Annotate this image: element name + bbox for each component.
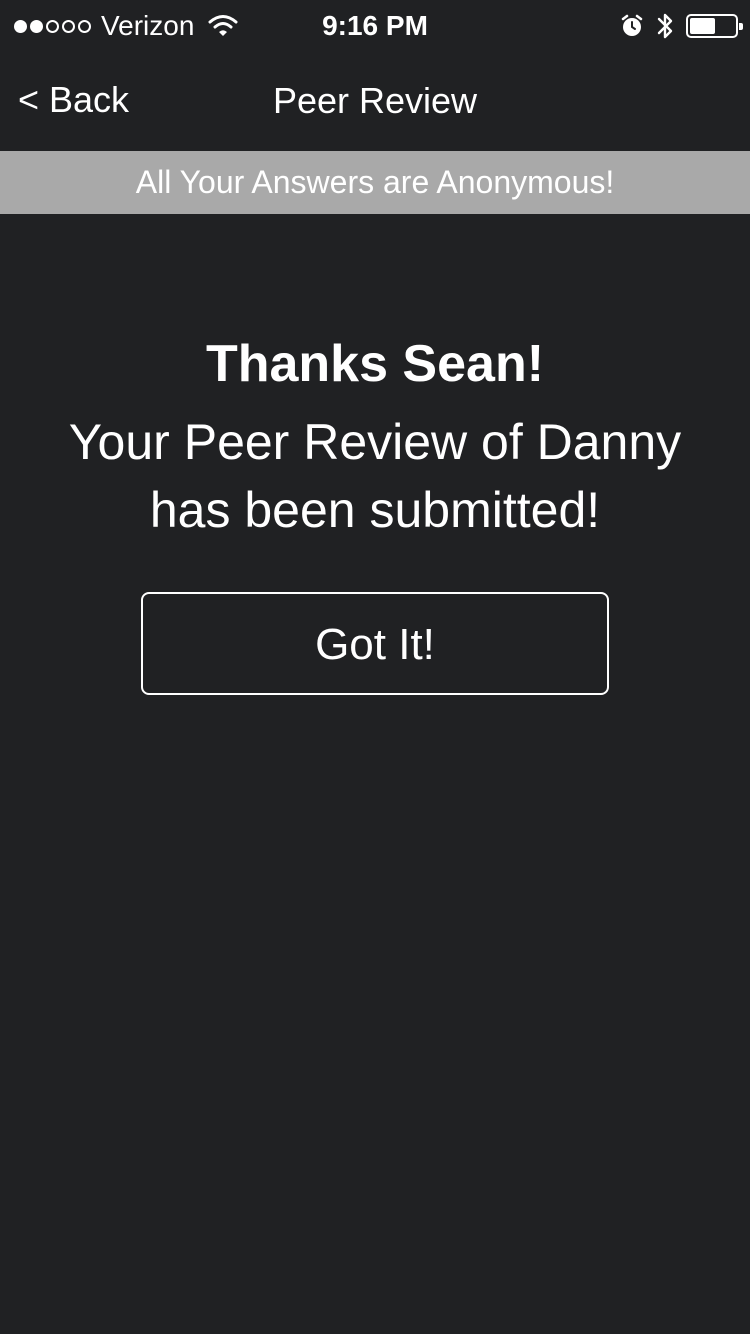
confirmation-message: Your Peer Review of Danny has been submi…: [68, 414, 682, 538]
got-it-button[interactable]: Got It!: [141, 592, 609, 695]
anonymous-banner: All Your Answers are Anonymous!: [0, 151, 750, 214]
status-bar: Verizon 9:16 PM: [0, 0, 750, 50]
alarm-icon: [621, 14, 643, 36]
thanks-heading: Thanks Sean!: [205, 335, 545, 393]
navigation-bar: < Back Peer Review: [0, 52, 750, 150]
bluetooth-icon: [657, 13, 673, 39]
status-right: [620, 8, 743, 44]
battery-icon: [686, 14, 743, 38]
battery-fill: [690, 18, 715, 34]
battery-cap: [739, 23, 743, 30]
page-title: Peer Review: [272, 80, 478, 121]
